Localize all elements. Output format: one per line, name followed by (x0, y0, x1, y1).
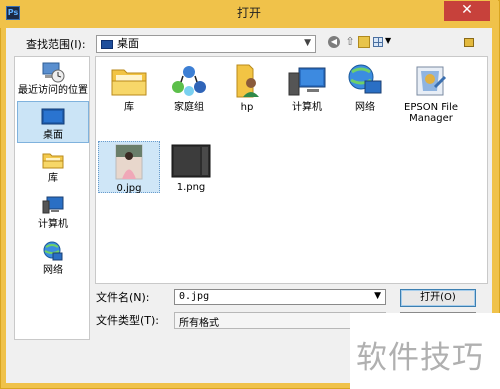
new-folder-icon[interactable] (358, 36, 370, 48)
title-bar[interactable]: Ps 打开 ✕ (0, 0, 498, 28)
photo-thumbnail (115, 144, 143, 180)
epson-app-icon (416, 66, 447, 96)
list-item[interactable]: hp (216, 63, 278, 113)
list-item[interactable]: 1.png (160, 143, 222, 193)
close-button[interactable]: ✕ (444, 1, 490, 21)
list-item[interactable]: EPSON File Manager (398, 63, 464, 124)
open-button[interactable]: 打开(O) (400, 289, 476, 307)
list-item[interactable]: 0.jpg (98, 141, 160, 194)
filename-label: 文件名(N): (96, 291, 150, 304)
desktop-small-icon (101, 40, 113, 49)
chevron-down-icon: ▼ (385, 36, 392, 45)
user-folder-icon (236, 64, 259, 98)
view-menu-icon[interactable]: ▼ (373, 36, 391, 48)
list-item[interactable]: 计算机 (276, 63, 338, 113)
place-computer[interactable]: 计算机 (17, 195, 89, 235)
place-recent[interactable]: 最近访问的位置 (17, 61, 89, 99)
watermark-text: 软件技巧 (356, 340, 484, 376)
dialog-title: 打开 (236, 6, 261, 20)
filename-value: 0.jpg (179, 291, 210, 302)
homegroup-icon (172, 66, 206, 96)
up-folder-icon[interactable]: ⇧ (344, 36, 356, 48)
computer-icon (288, 67, 326, 96)
chevron-down-icon: ▼ (304, 38, 311, 48)
filetype-label: 文件类型(T): (96, 314, 160, 327)
lookin-dropdown[interactable]: 桌面 ▼ (96, 35, 316, 53)
list-item[interactable]: 家庭组 (158, 63, 220, 113)
screenshot-thumbnail (171, 144, 211, 178)
back-arrow-icon[interactable]: ◀ (328, 36, 340, 48)
computer-icon (42, 196, 64, 214)
places-bar: 最近访问的位置 桌面 库 计算机 网络 (14, 56, 90, 340)
lookin-value: 桌面 (117, 37, 139, 50)
list-item[interactable]: 网络 (334, 63, 396, 113)
place-network[interactable]: 网络 (17, 241, 89, 281)
network-icon (348, 64, 382, 94)
file-list-view[interactable]: 库 家庭组 hp 计算机 网络 EPSON File Manager 0.jpg… (95, 56, 488, 284)
lookin-label: 查找范围(I): (26, 38, 86, 51)
libraries-icon (42, 153, 64, 169)
desktop-icon (41, 108, 65, 125)
libraries-folder-icon (111, 69, 147, 96)
list-item[interactable]: 库 (98, 63, 160, 113)
view-grid-icon (373, 37, 383, 47)
filename-field[interactable]: 0.jpg ▼ (174, 289, 386, 305)
folder-up-icon[interactable] (464, 38, 474, 47)
network-icon (43, 241, 63, 261)
recent-places-icon (42, 62, 65, 83)
chevron-down-icon[interactable]: ▼ (374, 291, 381, 301)
place-libraries[interactable]: 库 (17, 149, 89, 189)
filetype-value: 所有格式 (179, 318, 219, 329)
place-desktop[interactable]: 桌面 (17, 101, 89, 143)
